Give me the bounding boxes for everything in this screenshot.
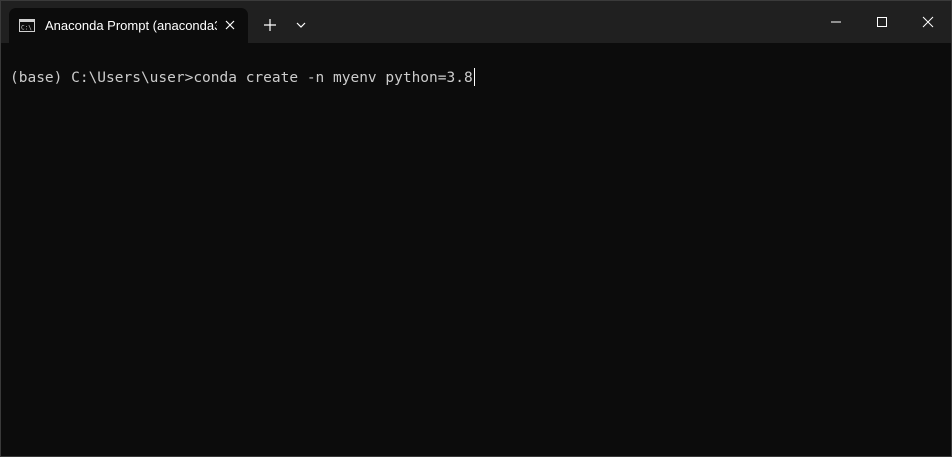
- minimize-button[interactable]: [813, 1, 859, 43]
- terminal-icon: C:\: [19, 19, 35, 32]
- maximize-icon: [877, 17, 887, 27]
- command-text: conda create -n myenv python=3.8: [193, 70, 473, 86]
- maximize-button[interactable]: [859, 1, 905, 43]
- tab-title: Anaconda Prompt (anaconda3): [45, 18, 217, 33]
- text-cursor: [473, 68, 475, 86]
- title-bar[interactable]: C:\ Anaconda Prompt (anaconda3): [1, 1, 951, 43]
- tab-anaconda-prompt[interactable]: C:\ Anaconda Prompt (anaconda3): [9, 8, 248, 43]
- close-icon[interactable]: [221, 16, 239, 34]
- chevron-down-icon[interactable]: [291, 15, 311, 35]
- plus-icon[interactable]: [260, 15, 280, 35]
- terminal-window: C:\ Anaconda Prompt (anaconda3) (base) C…: [0, 0, 952, 457]
- svg-text:C:\: C:\: [21, 25, 32, 32]
- close-button[interactable]: [905, 1, 951, 43]
- minimize-icon: [831, 21, 841, 23]
- prompt-text: (base) C:\Users\user>: [10, 70, 194, 86]
- terminal-area[interactable]: (base) C:\Users\user>conda create -n mye…: [1, 43, 951, 456]
- close-icon: [922, 16, 934, 28]
- command-line: (base) C:\Users\user>conda create -n mye…: [10, 68, 475, 88]
